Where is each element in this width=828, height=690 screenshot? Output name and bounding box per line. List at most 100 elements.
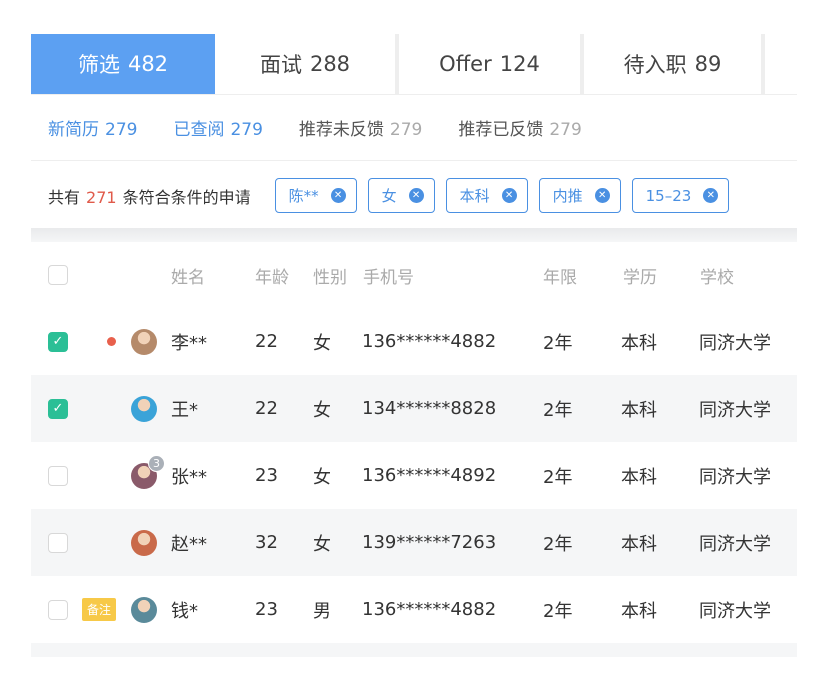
table-bottom-divider: [31, 643, 797, 657]
header-name[interactable]: 姓名: [171, 242, 205, 308]
candidate-phone: 134******8828: [362, 398, 497, 419]
candidate-name[interactable]: 赵**: [171, 509, 207, 576]
subtab-count: 279: [230, 120, 263, 140]
tab-label: 待入职: [623, 53, 687, 77]
close-icon[interactable]: ✕: [594, 188, 610, 203]
row-checkbox-cell: ✓: [48, 375, 68, 442]
row-checkbox[interactable]: [48, 532, 68, 553]
row-checkbox-cell: [48, 509, 68, 576]
filter-row: 共有 271 条符合条件的申请 陈** ✕ 女 ✕ 本科 ✕ 内推 ✕ 15–23 ✕: [48, 178, 740, 213]
avatar-cell: [131, 308, 157, 375]
row-checkbox-cell: [48, 442, 68, 509]
tab-count: 482: [127, 52, 169, 76]
close-icon[interactable]: ✕: [501, 188, 517, 203]
avatar[interactable]: [131, 328, 157, 355]
candidate-name[interactable]: 钱*: [171, 576, 198, 643]
tab-count: 124: [499, 52, 540, 76]
avatar[interactable]: [131, 395, 157, 422]
tab-interview[interactable]: 面试 288: [215, 34, 399, 94]
table-row[interactable]: ✓ 李** 22 女 136******4882 2年 本科 同济大学: [31, 308, 797, 375]
candidate-phone: 139******7263: [362, 532, 497, 553]
table-row[interactable]: 备注 钱* 23 男 136******4882 2年 本科 同济大学: [31, 576, 797, 643]
row-checkbox[interactable]: [48, 465, 68, 486]
candidate-years: 2年: [543, 466, 573, 488]
close-icon[interactable]: ✕: [408, 188, 424, 203]
filter-chip-education[interactable]: 本科 ✕: [445, 178, 528, 213]
header-age[interactable]: 年龄: [255, 242, 289, 308]
candidate-age: 22: [255, 331, 278, 352]
candidate-years: 2年: [543, 399, 573, 421]
subtab-label: 推荐已反馈: [458, 120, 544, 140]
row-checkbox[interactable]: [48, 599, 68, 620]
filter-summary: 共有 271 条符合条件的申请: [48, 184, 251, 208]
candidate-gender: 女: [313, 399, 331, 421]
table-row[interactable]: ✓ 王* 22 女 134******8828 2年 本科 同济大学: [31, 375, 797, 442]
header-phone[interactable]: 手机号: [363, 242, 414, 308]
header-education[interactable]: 学历: [623, 242, 657, 308]
candidate-education: 本科: [621, 466, 657, 488]
tab-label: Offer: [439, 52, 492, 76]
note-cell: 备注: [82, 576, 117, 643]
candidate-gender: 女: [313, 332, 331, 354]
candidate-years: 2年: [543, 533, 573, 555]
chip-label: 陈**: [288, 187, 319, 205]
table-row[interactable]: 赵** 32 女 139******7263 2年 本科 同济大学: [31, 509, 797, 576]
table-top-divider: [31, 228, 797, 242]
subtab-label: 已查阅: [173, 120, 225, 140]
row-checkbox[interactable]: ✓: [48, 331, 68, 352]
filter-chip-source[interactable]: 内推 ✕: [538, 178, 621, 213]
avatar[interactable]: 3: [131, 454, 165, 489]
sub-tabs: 新简历 279 已查阅 279 推荐未反馈 279 推荐已反馈 279: [48, 115, 618, 140]
filter-chip-name[interactable]: 陈** ✕: [274, 178, 357, 213]
candidate-phone: 136******4882: [362, 599, 497, 620]
subtab-recommended-with-feedback[interactable]: 推荐已反馈 279: [458, 115, 581, 140]
header-gender[interactable]: 性别: [313, 242, 347, 308]
candidate-name[interactable]: 李**: [171, 308, 207, 375]
subtab-recommended-no-feedback[interactable]: 推荐未反馈 279: [299, 115, 422, 140]
tab-offer[interactable]: Offer 124: [399, 34, 584, 94]
subtab-new-resumes[interactable]: 新简历 279: [48, 115, 137, 140]
candidate-school: 同济大学: [699, 600, 771, 622]
subtab-count: 279: [549, 120, 582, 140]
candidate-education: 本科: [621, 399, 657, 421]
tab-screening[interactable]: 筛选 482: [31, 34, 215, 94]
close-icon[interactable]: ✕: [703, 188, 719, 203]
tab-label: 面试: [259, 53, 302, 77]
tab-count: 89: [694, 52, 722, 76]
chip-label: 内推: [552, 187, 583, 205]
avatar-cell: [131, 576, 157, 643]
filter-result-count: 271: [86, 187, 117, 207]
candidate-years: 2年: [543, 332, 573, 354]
filter-chip-age-range[interactable]: 15–23 ✕: [631, 178, 730, 213]
header-years[interactable]: 年限: [543, 242, 577, 308]
subtab-count: 279: [389, 120, 423, 140]
candidate-table: 姓名 年龄 性别 手机号 年限 学历 学校 ✓ 李** 22 女 136****…: [31, 242, 797, 643]
table-header: 姓名 年龄 性别 手机号 年限 学历 学校: [31, 242, 797, 308]
header-school[interactable]: 学校: [700, 242, 734, 308]
candidate-years: 2年: [543, 600, 573, 622]
row-checkbox[interactable]: ✓: [48, 398, 68, 419]
table-body: ✓ 李** 22 女 136******4882 2年 本科 同济大学 ✓ 王*…: [31, 308, 797, 643]
candidate-name[interactable]: 王*: [171, 375, 198, 442]
candidate-name[interactable]: 张**: [171, 442, 207, 509]
select-all-checkbox[interactable]: [48, 265, 68, 285]
avatar[interactable]: [131, 596, 157, 623]
select-all-cell: [48, 242, 68, 308]
subtab-label: 推荐未反馈: [298, 120, 384, 140]
subtab-viewed[interactable]: 已查阅 279: [173, 115, 262, 140]
candidate-school: 同济大学: [699, 332, 771, 354]
candidate-age: 22: [255, 398, 278, 419]
candidate-phone: 136******4882: [362, 331, 497, 352]
avatar-cell: [131, 375, 157, 442]
tab-label: 筛选: [77, 53, 120, 77]
close-icon[interactable]: ✕: [330, 188, 346, 203]
candidate-education: 本科: [621, 600, 657, 622]
avatar[interactable]: [131, 529, 157, 556]
candidate-gender: 女: [313, 533, 331, 555]
note-badge[interactable]: 备注: [82, 598, 117, 621]
candidate-education: 本科: [621, 533, 657, 555]
table-row[interactable]: 3 张** 23 女 136******4892 2年 本科 同济大学: [31, 442, 797, 509]
candidate-age: 23: [255, 599, 278, 620]
tab-onboarding[interactable]: 待入职 89: [584, 34, 765, 94]
filter-chip-gender[interactable]: 女 ✕: [367, 178, 435, 213]
